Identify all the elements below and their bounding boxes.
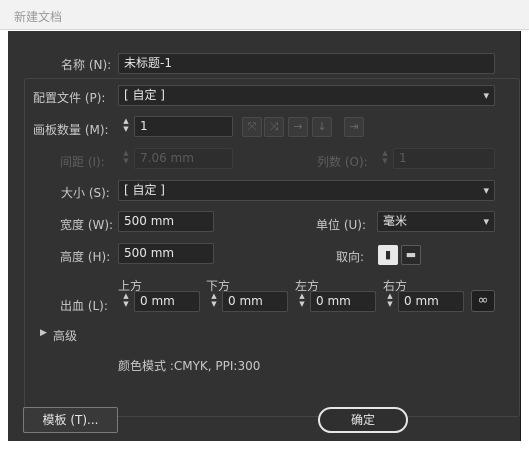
title-divider [0, 29, 529, 30]
color-mode-info: 颜色模式 :CMYK, PPI:300 [118, 359, 261, 373]
size-select[interactable]: [ 自定 ] ▾ [118, 180, 495, 201]
dialog-bottom-margin [0, 441, 529, 472]
bleed-bottom-input[interactable]: 0 mm [222, 291, 288, 312]
spin-down-icon: ▼ [382, 157, 388, 165]
spin-up-icon[interactable]: ▲ [296, 292, 308, 300]
size-select-value: [ 自定 ] [124, 183, 165, 197]
spacing-label: 间距 (I): [60, 155, 105, 169]
chevron-down-icon: ▾ [483, 89, 489, 102]
profile-label: 配置文件 (P): [33, 91, 106, 105]
profile-select-value: [ 自定 ] [124, 88, 165, 102]
bleed-bottom-stepper[interactable]: ▲ ▼ [208, 292, 220, 311]
templates-button[interactable]: 模板 (T)... [23, 407, 118, 433]
orientation-label: 取向: [336, 250, 365, 264]
size-label: 大小 (S): [61, 186, 110, 200]
advanced-toggle[interactable]: 高级 [53, 327, 77, 344]
portrait-icon[interactable]: ▮ [378, 245, 398, 265]
spin-up-icon[interactable]: ▲ [120, 117, 132, 125]
artboards-input[interactable]: 1 [134, 116, 233, 137]
spin-down-icon[interactable]: ▼ [296, 300, 308, 308]
bleed-top-input[interactable]: 0 mm [134, 291, 200, 312]
grid-by-column-icon[interactable]: ⤨ [264, 117, 284, 137]
spin-down-icon[interactable]: ▼ [208, 300, 220, 308]
name-input[interactable]: 未标题-1 [118, 53, 495, 74]
title-bar: 新建文档 [0, 0, 529, 30]
columns-label: 列数 (O): [317, 155, 368, 169]
height-input[interactable]: 500 mm [118, 243, 214, 264]
bleed-right-stepper[interactable]: ▲ ▼ [384, 292, 396, 311]
spin-up-icon[interactable]: ▲ [120, 292, 132, 300]
columns-input: 1 [393, 148, 495, 169]
bleed-right-input[interactable]: 0 mm [398, 291, 464, 312]
bleed-left-input[interactable]: 0 mm [310, 291, 376, 312]
columns-stepper: ▲ ▼ [379, 149, 391, 168]
artboards-stepper[interactable]: ▲ ▼ [120, 117, 132, 136]
spin-up-icon[interactable]: ▲ [384, 292, 396, 300]
arrange-by-column-icon[interactable]: ↓ [312, 117, 332, 137]
chevron-down-icon: ▾ [483, 184, 489, 197]
units-select[interactable]: 毫米 ▾ [377, 211, 495, 232]
landscape-icon[interactable]: ▬ [401, 245, 421, 265]
grid-by-row-icon[interactable]: ⤧ [242, 117, 262, 137]
units-select-value: 毫米 [383, 214, 408, 228]
link-bleed-chain-icon[interactable]: ∞ [471, 290, 495, 312]
chevron-down-icon: ▾ [483, 215, 489, 228]
spin-down-icon[interactable]: ▼ [120, 125, 132, 133]
spacing-input: 7.06 mm [134, 148, 233, 169]
ok-button[interactable]: 确定 [318, 407, 408, 433]
right-to-left-icon[interactable]: ⇥ [344, 117, 364, 137]
spin-up-icon[interactable]: ▲ [208, 292, 220, 300]
spin-down-icon[interactable]: ▼ [120, 300, 132, 308]
bleed-left-stepper[interactable]: ▲ ▼ [296, 292, 308, 311]
height-label: 高度 (H): [60, 250, 111, 264]
spin-down-icon[interactable]: ▼ [384, 300, 396, 308]
spacing-stepper: ▲ ▼ [120, 149, 132, 168]
new-document-dialog: 名称 (N): 未标题-1 配置文件 (P): [ 自定 ] ▾ 画板数量 (M… [8, 31, 521, 441]
name-label: 名称 (N): [61, 58, 112, 72]
units-label: 单位 (U): [316, 218, 367, 232]
spin-up-icon: ▲ [382, 149, 388, 157]
profile-select[interactable]: [ 自定 ] ▾ [118, 85, 495, 106]
bleed-label: 出血 (L): [60, 299, 108, 313]
spin-up-icon: ▲ [123, 149, 129, 157]
width-label: 宽度 (W): [60, 218, 114, 232]
artboards-label: 画板数量 (M): [33, 123, 109, 137]
spin-down-icon: ▼ [123, 157, 129, 165]
window-title: 新建文档 [14, 10, 63, 24]
bleed-top-stepper[interactable]: ▲ ▼ [120, 292, 132, 311]
disclosure-triangle-icon[interactable]: ▶ [40, 328, 47, 338]
arrange-by-row-icon[interactable]: → [288, 117, 308, 137]
width-input[interactable]: 500 mm [118, 211, 214, 232]
